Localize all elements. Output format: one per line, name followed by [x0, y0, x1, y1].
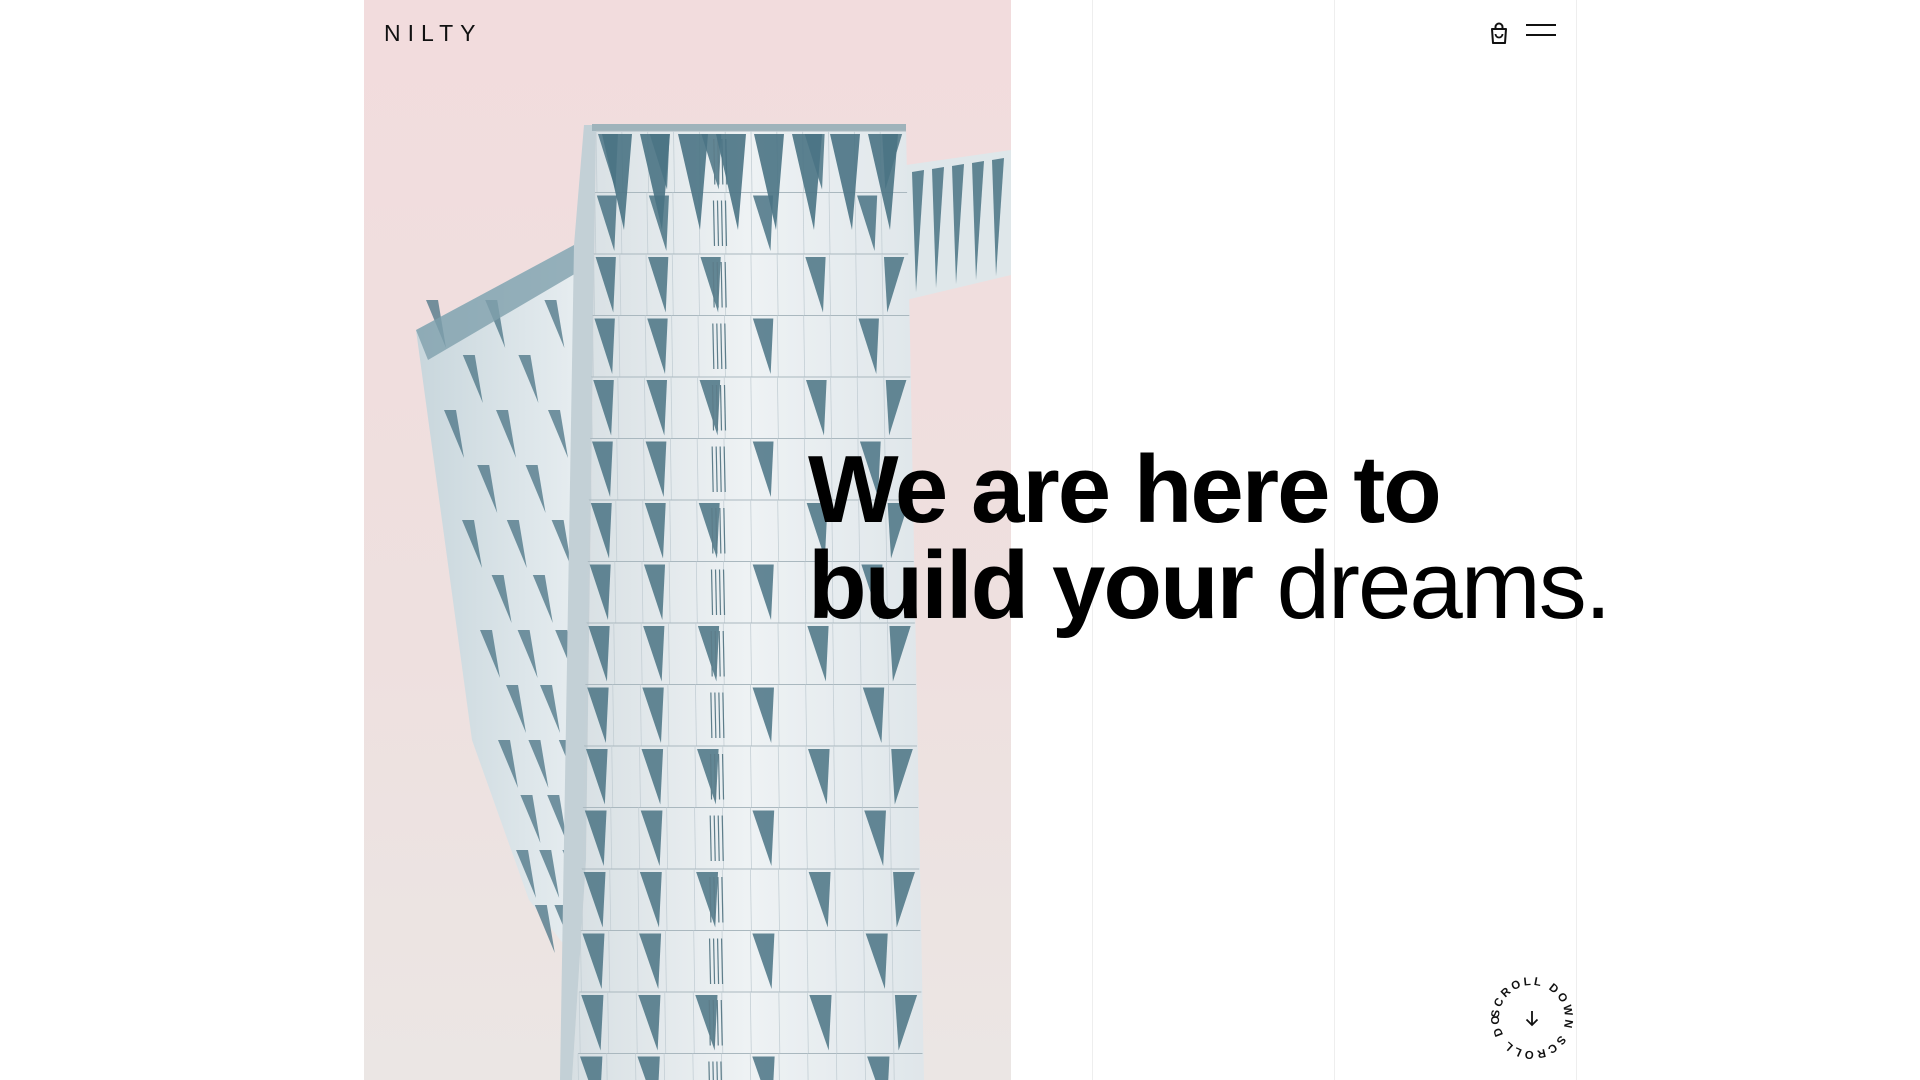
logo[interactable]: NILTY — [384, 20, 483, 46]
hamburger-menu-icon — [1526, 24, 1556, 26]
page: NILTY We are here to build your dreams. … — [0, 0, 1920, 1080]
cart-button[interactable] — [1486, 20, 1512, 46]
hero-headline: We are here to build your dreams. — [808, 436, 1611, 634]
hamburger-menu-button[interactable] — [1526, 24, 1558, 42]
scroll-down-button[interactable]: SCROLL DOWN SCROLL DOWN — [1488, 974, 1576, 1062]
arrow-down-icon — [1525, 1011, 1539, 1027]
headline-bold-text: build your — [808, 532, 1254, 639]
logo-text: NILTY — [384, 20, 483, 46]
hamburger-menu-icon-line — [1526, 34, 1556, 36]
shopping-bag-icon — [1491, 22, 1507, 44]
site-header: NILTY — [364, 0, 1576, 66]
headline-line-1: We are here to — [808, 436, 1442, 543]
headline-light-text: dreams. — [1276, 532, 1612, 639]
headline-line-2: build your dreams. — [808, 538, 1611, 634]
